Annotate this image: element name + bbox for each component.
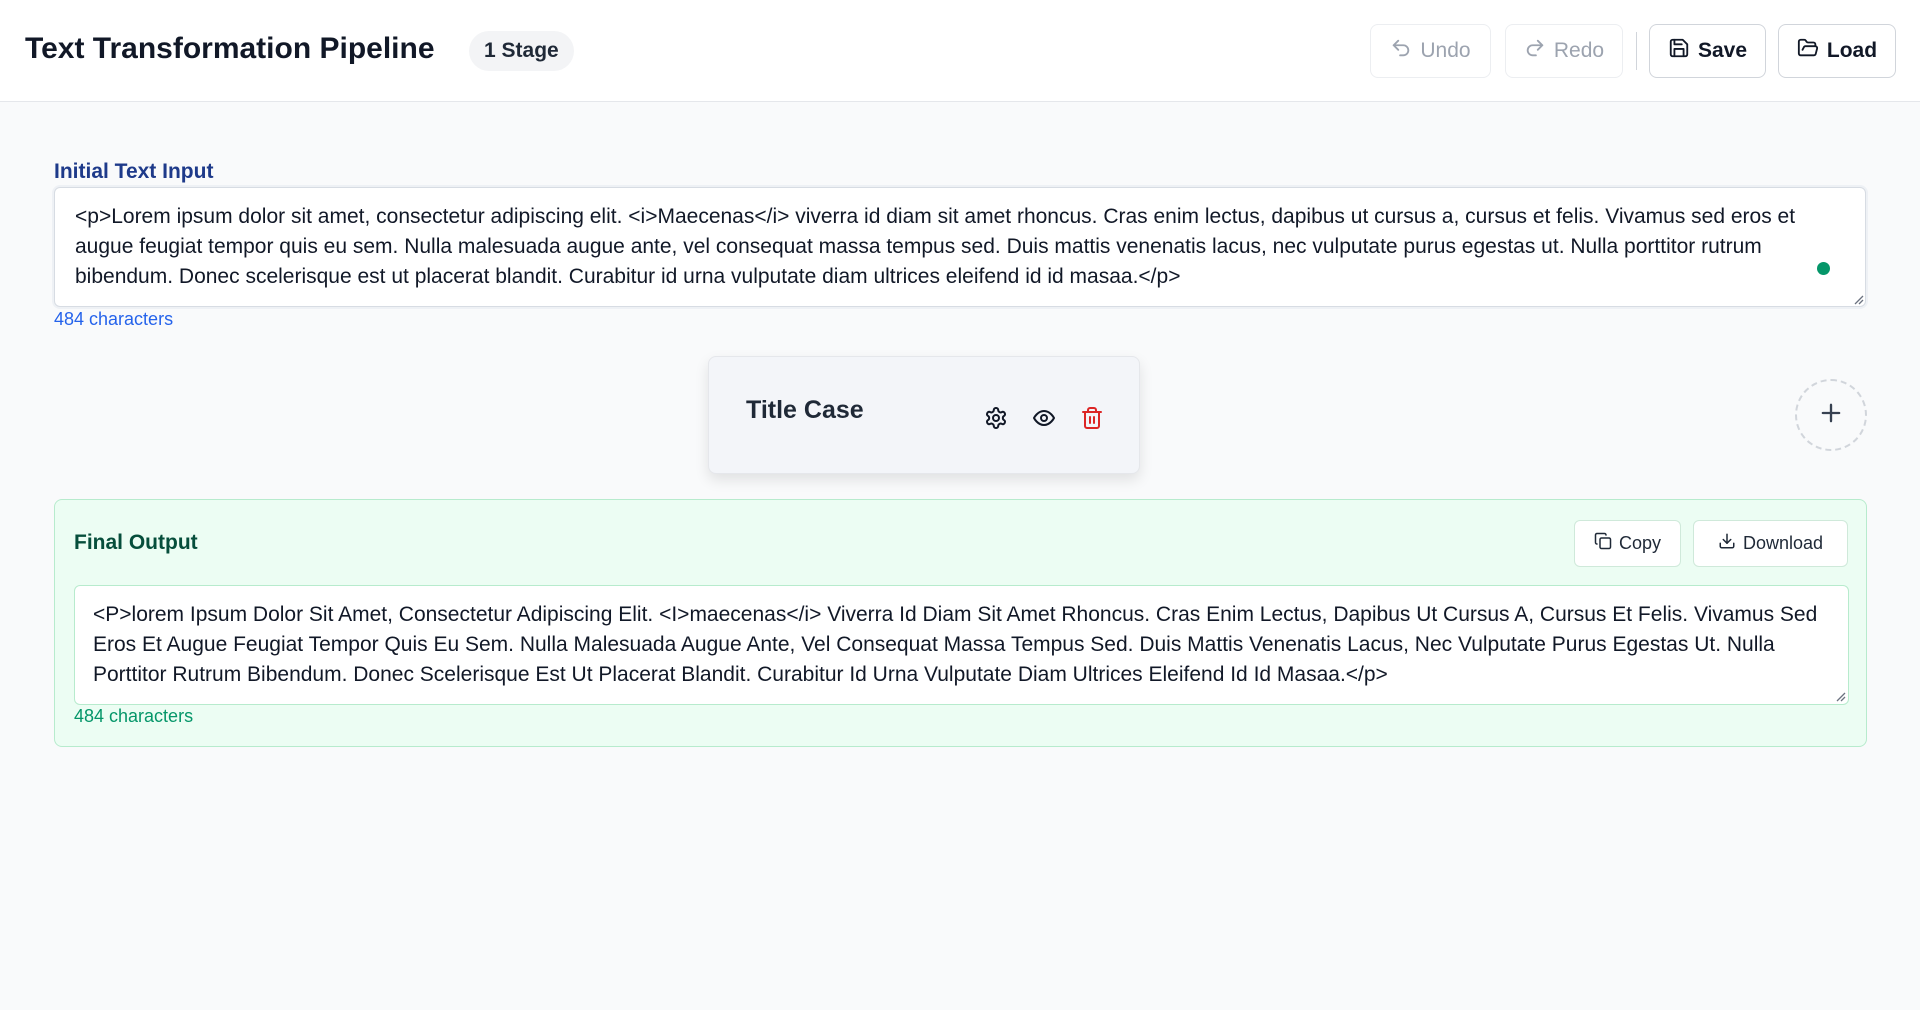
trash-icon[interactable] (1079, 405, 1105, 431)
copy-button[interactable]: Copy (1574, 520, 1681, 567)
undo-icon (1390, 37, 1412, 65)
stage-card[interactable]: Title Case (708, 356, 1140, 474)
save-button[interactable]: Save (1649, 24, 1766, 78)
output-title: Final Output (74, 531, 198, 554)
download-icon (1718, 532, 1736, 555)
stage-title: Title Case (746, 396, 864, 424)
load-label: Load (1826, 39, 1878, 62)
eye-icon[interactable] (1031, 405, 1057, 431)
download-label: Download (1742, 533, 1824, 553)
redo-label: Redo (1553, 39, 1605, 62)
input-char-count: 484 characters (54, 309, 174, 329)
save-label: Save (1697, 39, 1748, 62)
redo-button[interactable]: Redo (1505, 24, 1623, 78)
copy-label: Copy (1618, 533, 1662, 553)
gear-icon[interactable] (983, 405, 1009, 431)
resize-handle-icon[interactable] (1834, 690, 1846, 702)
header-divider (1636, 32, 1637, 70)
output-char-count: 484 characters (74, 706, 194, 726)
download-button[interactable]: Download (1693, 520, 1848, 567)
undo-button[interactable]: Undo (1370, 24, 1491, 78)
save-icon (1668, 37, 1690, 65)
copy-icon (1594, 532, 1612, 555)
resize-handle-icon[interactable] (1852, 293, 1864, 305)
load-button[interactable]: Load (1778, 24, 1896, 78)
add-stage-button[interactable] (1795, 379, 1867, 451)
app-title: Text Transformation Pipeline (25, 32, 435, 65)
final-output-panel: Final Output Copy Download <P>lorem Ipsu… (54, 499, 1867, 747)
plus-icon (1817, 399, 1845, 432)
input-label: Initial Text Input (54, 160, 214, 183)
undo-label: Undo (1420, 39, 1471, 62)
folder-open-icon (1797, 37, 1819, 65)
header-bar: Text Transformation Pipeline 1 Stage Und… (0, 0, 1920, 102)
redo-icon (1524, 37, 1546, 65)
final-output-text[interactable]: <P>lorem Ipsum Dolor Sit Amet, Consectet… (74, 585, 1849, 705)
initial-text-input[interactable]: <p>Lorem ipsum dolor sit amet, consectet… (54, 187, 1866, 307)
stage-count-badge: 1 Stage (469, 31, 574, 71)
status-dot (1817, 262, 1830, 275)
